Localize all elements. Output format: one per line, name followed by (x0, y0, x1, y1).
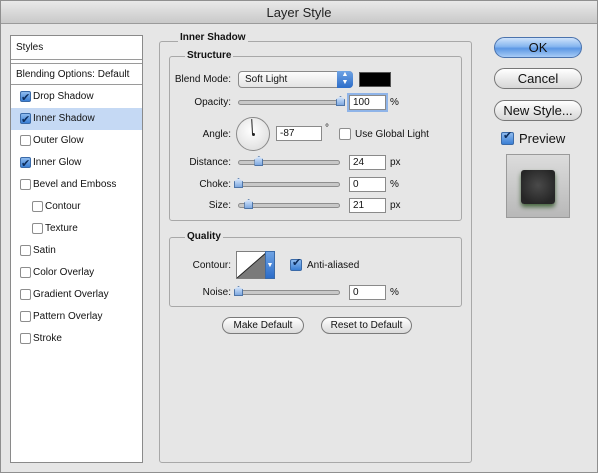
blending-options-item[interactable]: Blending Options: Default (11, 63, 142, 85)
quality-title: Quality (185, 231, 223, 242)
style-item-label: Pattern Overlay (33, 311, 103, 322)
noise-unit: % (390, 287, 399, 298)
angle-label: Angle: (202, 129, 231, 140)
panel-title: Inner Shadow (178, 32, 248, 43)
noise-slider[interactable] (238, 290, 340, 295)
style-item-contour[interactable]: Contour (11, 196, 142, 218)
use-global-light-checkbox[interactable] (339, 128, 351, 140)
angle-unit: ° (325, 123, 329, 134)
style-checkbox[interactable] (20, 333, 31, 344)
anti-aliased-label: Anti-aliased (307, 260, 360, 271)
distance-input[interactable]: 24 (349, 155, 386, 170)
style-item-label: Drop Shadow (33, 91, 94, 102)
preview-checkbox[interactable] (501, 129, 514, 145)
distance-label: Distance: (189, 157, 231, 168)
style-item-bevel-and-emboss[interactable]: Bevel and Emboss (11, 174, 142, 196)
style-checkbox[interactable] (20, 179, 31, 190)
angle-input[interactable]: -87 (276, 126, 322, 141)
styles-header[interactable]: Styles (11, 36, 142, 60)
blend-mode-label: Blend Mode: (174, 74, 231, 85)
style-item-inner-glow[interactable]: Inner Glow (11, 152, 142, 175)
style-checkbox[interactable] (20, 311, 31, 322)
reset-to-default-button[interactable]: Reset to Default (321, 317, 412, 334)
choke-slider[interactable] (238, 182, 340, 187)
distance-slider[interactable] (238, 160, 340, 165)
preview-swatch (521, 170, 555, 204)
style-checkbox[interactable] (20, 289, 31, 300)
style-item-label: Contour (45, 201, 81, 212)
style-item-texture[interactable]: Texture (11, 218, 142, 240)
style-item-label: Inner Glow (33, 157, 82, 168)
anti-aliased-checkbox[interactable] (290, 256, 302, 271)
style-item-label: Stroke (33, 333, 62, 344)
style-checkbox[interactable] (20, 153, 31, 175)
style-checkbox[interactable] (20, 245, 31, 256)
choke-label: Choke: (199, 179, 231, 190)
style-item-label: Color Overlay (33, 267, 95, 278)
style-item-label: Texture (45, 223, 78, 234)
style-item-color-overlay[interactable]: Color Overlay (11, 262, 142, 284)
choke-unit: % (390, 179, 399, 190)
opacity-label: Opacity: (194, 97, 231, 108)
contour-picker[interactable] (236, 251, 268, 279)
angle-dial[interactable] (236, 117, 270, 151)
preview-label: Preview (519, 131, 566, 146)
blend-mode-value: Soft Light (245, 74, 288, 85)
window-title: Layer Style (1, 1, 597, 24)
size-label: Size: (208, 200, 231, 211)
blend-mode-select[interactable]: Soft Light ▲ ▼ (238, 71, 353, 88)
style-checkbox[interactable] (32, 223, 43, 234)
styles-list: Styles Blending Options: Default Drop Sh… (10, 35, 143, 463)
style-item-satin[interactable]: Satin (11, 240, 142, 262)
style-checkbox[interactable] (32, 201, 43, 212)
style-item-label: Satin (33, 245, 56, 256)
opacity-slider[interactable] (238, 100, 340, 105)
use-global-light-label: Use Global Light (355, 129, 429, 140)
choke-input[interactable]: 0 (349, 177, 386, 192)
size-unit: px (390, 200, 401, 211)
style-checkbox[interactable] (20, 135, 31, 146)
noise-label: Noise: (202, 287, 231, 298)
style-checkbox[interactable] (20, 267, 31, 278)
style-checkbox[interactable] (20, 87, 31, 109)
style-item-label: Inner Shadow (33, 113, 95, 124)
style-checkbox[interactable] (20, 109, 31, 131)
structure-title: Structure (185, 50, 234, 61)
style-item-inner-shadow[interactable]: Inner Shadow (11, 108, 142, 131)
size-input[interactable]: 21 (349, 198, 386, 213)
shadow-color-swatch[interactable] (359, 72, 391, 87)
style-item-drop-shadow[interactable]: Drop Shadow (11, 86, 142, 109)
style-item-label: Gradient Overlay (33, 289, 109, 300)
opacity-input[interactable]: 100 (349, 95, 386, 110)
new-style-button[interactable]: New Style... (494, 100, 582, 121)
cancel-button[interactable]: Cancel (494, 68, 582, 89)
style-item-outer-glow[interactable]: Outer Glow (11, 130, 142, 152)
opacity-unit: % (390, 97, 399, 108)
make-default-button[interactable]: Make Default (222, 317, 304, 334)
style-item-label: Bevel and Emboss (33, 179, 117, 190)
noise-input[interactable]: 0 (349, 285, 386, 300)
layer-style-dialog: Layer Style Styles Blending Options: Def… (0, 0, 598, 473)
angle-dial-center (252, 133, 255, 136)
distance-unit: px (390, 157, 401, 168)
contour-label: Contour: (192, 260, 231, 271)
angle-needle (251, 119, 253, 135)
style-item-stroke[interactable]: Stroke (11, 328, 142, 350)
style-item-label: Outer Glow (33, 135, 84, 146)
ok-button[interactable]: OK (494, 37, 582, 58)
style-item-gradient-overlay[interactable]: Gradient Overlay (11, 284, 142, 306)
style-item-pattern-overlay[interactable]: Pattern Overlay (11, 306, 142, 328)
contour-curve-icon (236, 251, 268, 279)
size-slider[interactable] (238, 203, 340, 208)
select-arrows-icon: ▲ ▼ (337, 71, 353, 88)
preview-thumbnail (506, 154, 570, 218)
contour-dropdown-icon[interactable]: ▼ (265, 251, 275, 279)
